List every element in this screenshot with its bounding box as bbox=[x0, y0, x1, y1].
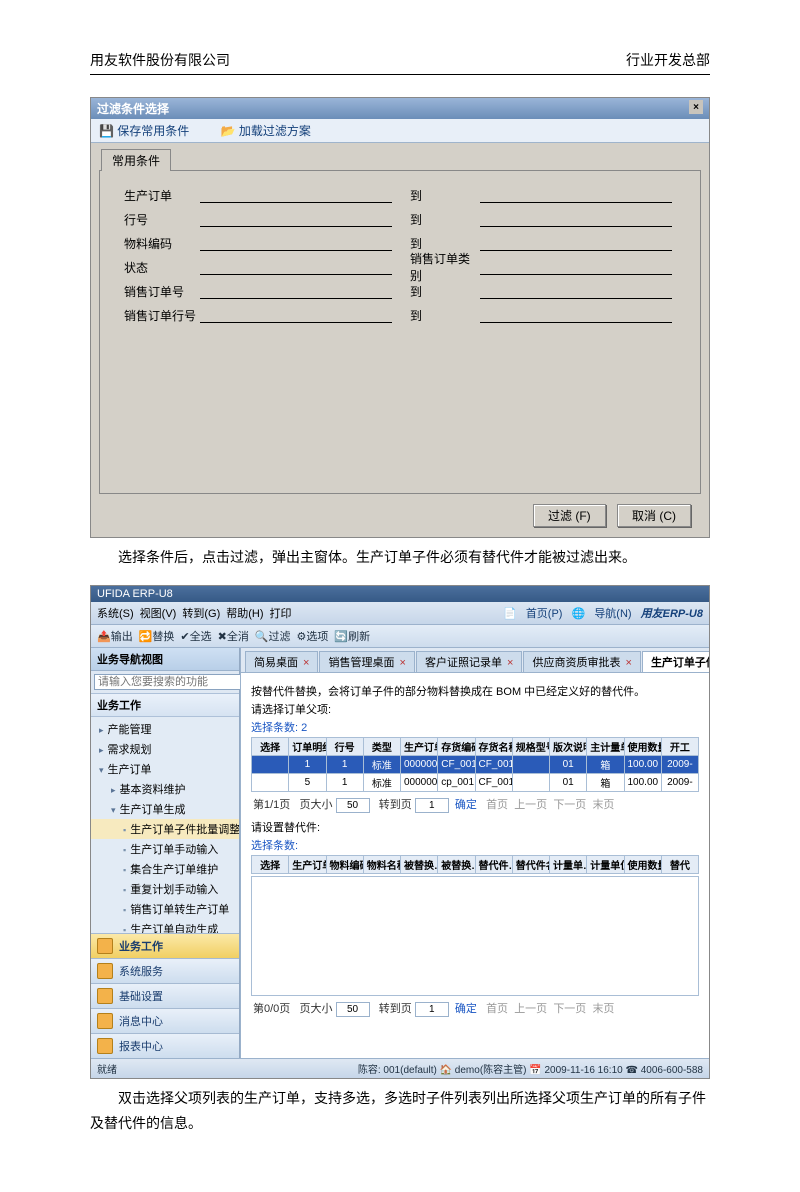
nav-section[interactable]: 业务工作 bbox=[91, 693, 239, 717]
tree-node[interactable]: 产能管理 bbox=[91, 719, 239, 739]
tree-node[interactable]: 生产订单 bbox=[91, 759, 239, 779]
tree-node[interactable]: 销售订单转生产订单 bbox=[91, 899, 239, 919]
tree-node[interactable]: 集合生产订单维护 bbox=[91, 859, 239, 879]
brand-logo: 用友ERP-U8 bbox=[641, 608, 703, 620]
prod-order-from[interactable] bbox=[200, 188, 392, 203]
sidebar-section-bar[interactable]: 消息中心 bbox=[91, 1008, 239, 1033]
label-so: 销售订单号 bbox=[110, 283, 200, 300]
toolbar-button[interactable]: 🔍过滤 bbox=[255, 631, 291, 643]
nav-search-input[interactable] bbox=[94, 674, 244, 690]
page-ok-button[interactable]: 确定 bbox=[455, 799, 477, 811]
tree-node[interactable]: 基本资料维护 bbox=[91, 779, 239, 799]
toolbar: 📤输出 🔁替换 ✔全选 ✖全消 🔍过滤 ⚙选项 🔄刷新 bbox=[91, 625, 709, 648]
paragraph-1: 选择条件后，点击过滤，弹出主窗体。生产订单子件必须有替代件才能被过滤出来。 bbox=[90, 546, 710, 571]
hint-text: 按替代件替换，会将订单子件的部分物料替换成在 BOM 中已经定义好的替代件。 bbox=[251, 683, 699, 699]
menu-item[interactable]: 视图(V) bbox=[140, 608, 177, 620]
selected-count: 2 bbox=[301, 722, 307, 734]
set-substitute-label: 请设置替代件: bbox=[251, 819, 699, 835]
toolbar-button[interactable]: 📤输出 bbox=[97, 631, 133, 643]
sidebar-section-bar[interactable]: 业务工作 bbox=[91, 933, 239, 958]
document-tab[interactable]: 简易桌面 × bbox=[245, 651, 318, 672]
close-icon[interactable]: × bbox=[300, 657, 309, 669]
parent-grid[interactable]: 选择订单明细Id行号类型生产订单号存货编码存货名称规格型号版次说明主计量单位使用… bbox=[251, 737, 699, 792]
sidebar: 业务导航视图 业务工作 产能管理需求规划生产订单基本资料维护生产订单生成生产订单… bbox=[91, 648, 240, 1058]
close-icon[interactable]: × bbox=[396, 657, 405, 669]
status-right: 陈容: 001(default) 🏠 demo(陈容主管) 📅 2009-11-… bbox=[358, 1061, 703, 1076]
toolbar-button[interactable]: ✔全选 bbox=[180, 631, 211, 643]
select-parent-label: 请选择订单父项: bbox=[251, 701, 699, 717]
label-status: 状态 bbox=[110, 259, 200, 276]
toolbar-button[interactable]: 🔁替换 bbox=[139, 631, 175, 643]
tree-node[interactable]: 生产订单子件批量调整 bbox=[91, 819, 239, 839]
company-name: 用友软件股份有限公司 bbox=[90, 50, 230, 70]
close-icon[interactable]: × bbox=[504, 657, 513, 669]
section-icon bbox=[97, 988, 113, 1004]
menu-bar: 系统(S) 视图(V) 转到(G) 帮助(H) 打印 📄 首页(P) 🌐 导航(N) 用… bbox=[91, 602, 709, 625]
child-grid[interactable]: 选择生产订单物料编码物料名称被替换…被替换…替代件…替代件名称计量单…计量单位使… bbox=[251, 855, 699, 874]
table-row[interactable]: 11标准0000000001CF_001CF_00101箱100.002009- bbox=[252, 756, 699, 774]
menu-item[interactable]: 转到(G) bbox=[182, 608, 220, 620]
section-icon bbox=[97, 938, 113, 954]
menu-item[interactable]: 系统(S) bbox=[97, 608, 134, 620]
tab-common[interactable]: 常用条件 bbox=[101, 149, 171, 171]
tree-node[interactable]: 生产订单自动生成 bbox=[91, 919, 239, 933]
sidebar-section-bar[interactable]: 基础设置 bbox=[91, 983, 239, 1008]
filter-dialog-screenshot: 过滤条件选择 × 💾 保存常用条件 📂 加载过滤方案 常用条件 生产订单 到 行… bbox=[90, 97, 710, 538]
menu-item[interactable]: 打印 bbox=[270, 608, 292, 620]
toolbar-button[interactable]: 🔄刷新 bbox=[334, 631, 370, 643]
load-scheme-button[interactable]: 📂 加载过滤方案 bbox=[221, 124, 325, 138]
tree-node[interactable]: 重复计划手动输入 bbox=[91, 879, 239, 899]
close-icon[interactable]: × bbox=[689, 100, 703, 114]
close-icon[interactable]: × bbox=[622, 657, 631, 669]
section-icon bbox=[97, 1038, 113, 1054]
goto-page-input[interactable] bbox=[415, 798, 449, 813]
label-material: 物料编码 bbox=[110, 235, 200, 252]
paragraph-2: 双击选择父项列表的生产订单，支持多选，多选时子件列表列出所选择父项生产订单的所有… bbox=[90, 1087, 710, 1137]
sidebar-section-bar[interactable]: 报表中心 bbox=[91, 1033, 239, 1058]
label-sale-type: 销售订单类别 bbox=[410, 250, 480, 284]
document-tab[interactable]: 供应商资质审批表 × bbox=[523, 651, 640, 672]
dialog-titlebar: 过滤条件选择 × bbox=[91, 98, 709, 119]
dept-name: 行业开发总部 bbox=[626, 50, 710, 70]
tree-node[interactable]: 生产订单生成 bbox=[91, 799, 239, 819]
page-size-input[interactable] bbox=[336, 798, 370, 813]
window-title: UFIDA ERP-U8 bbox=[91, 586, 709, 602]
nav-title: 业务导航视图 bbox=[91, 648, 239, 671]
toolbar-button[interactable]: ✖全消 bbox=[218, 631, 249, 643]
tree-node[interactable]: 需求规划 bbox=[91, 739, 239, 759]
document-tab[interactable]: 生产订单子件批量调整（按替代件替换） × bbox=[642, 651, 709, 672]
label-so-line: 销售订单行号 bbox=[110, 307, 200, 324]
document-tab[interactable]: 销售管理桌面 × bbox=[319, 651, 414, 672]
document-tabs: 简易桌面 ×销售管理桌面 ×客户证照记录单 ×供应商资质审批表 ×生产订单子件批… bbox=[241, 648, 709, 673]
child-grid-body[interactable] bbox=[251, 876, 699, 996]
tree-node[interactable]: 生产订单手动输入 bbox=[91, 839, 239, 859]
cancel-button[interactable]: 取消 (C) bbox=[617, 504, 691, 527]
table-row[interactable]: 51标准0000000003cp_001CF_00101箱100.002009- bbox=[252, 774, 699, 792]
menu-item[interactable]: 帮助(H) bbox=[226, 608, 263, 620]
section-icon bbox=[97, 1013, 113, 1029]
erp-window-screenshot: UFIDA ERP-U8 系统(S) 视图(V) 转到(G) 帮助(H) 打印 📄 首页… bbox=[90, 585, 710, 1079]
status-left: 就绪 bbox=[97, 1061, 117, 1076]
toolbar-button[interactable]: ⚙选项 bbox=[297, 631, 329, 643]
label-prod-order: 生产订单 bbox=[110, 187, 200, 204]
section-icon bbox=[97, 963, 113, 979]
nav-link[interactable]: 🌐 导航(N) bbox=[572, 608, 632, 620]
dialog-title: 过滤条件选择 bbox=[97, 100, 169, 117]
label-line: 行号 bbox=[110, 211, 200, 228]
filter-button[interactable]: 过滤 (F) bbox=[533, 504, 606, 527]
prod-order-to[interactable] bbox=[480, 188, 672, 203]
home-link[interactable]: 📄 首页(P) bbox=[503, 608, 562, 620]
document-tab[interactable]: 客户证照记录单 × bbox=[416, 651, 522, 672]
sidebar-section-bar[interactable]: 系统服务 bbox=[91, 958, 239, 983]
save-conditions-button[interactable]: 💾 保存常用条件 bbox=[99, 124, 203, 138]
